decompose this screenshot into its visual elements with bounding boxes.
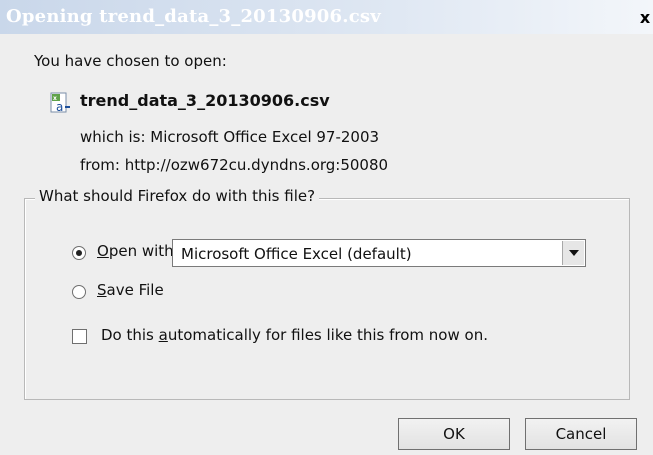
file-name: trend_data_3_20130906.csv (80, 91, 330, 110)
application-select[interactable]: Microsoft Office Excel (default) (172, 239, 586, 267)
open-with-radio[interactable] (72, 246, 86, 260)
which-is-label: which is: (80, 128, 146, 146)
file-open-dialog: Opening trend_data_3_20130906.csv x You … (0, 0, 653, 455)
svg-text:a: a (56, 100, 63, 114)
auto-action-label-start: Do this (101, 326, 159, 344)
save-file-label[interactable]: Save File (97, 281, 164, 299)
close-icon[interactable]: x (637, 8, 653, 28)
action-group-legend: What should Firefox do with this file? (35, 187, 320, 205)
open-with-label-rest: pen with (108, 242, 174, 260)
file-source-row: from: http://ozw672cu.dyndns.org:50080 (80, 156, 388, 174)
auto-action-label[interactable]: Do this automatically for files like thi… (101, 326, 488, 344)
title-bar[interactable]: Opening trend_data_3_20130906.csv x (0, 0, 653, 34)
intro-text: You have chosen to open: (34, 52, 227, 70)
open-with-access-key: O (97, 242, 109, 260)
save-file-radio[interactable] (72, 285, 86, 299)
ok-button[interactable]: OK (398, 418, 510, 450)
excel-csv-file-icon: x a (50, 92, 70, 114)
save-file-label-rest: ave File (106, 281, 164, 299)
action-group: What should Firefox do with this file? (24, 187, 630, 400)
cancel-button[interactable]: Cancel (525, 418, 637, 450)
window-title: Opening trend_data_3_20130906.csv (6, 6, 381, 27)
save-file-access-key: S (97, 281, 107, 299)
auto-action-checkbox[interactable] (72, 329, 87, 344)
auto-action-label-rest: utomatically for files like this from no… (167, 326, 488, 344)
which-is-value: Microsoft Office Excel 97-2003 (150, 128, 380, 146)
from-label: from: (80, 156, 120, 174)
application-select-value: Microsoft Office Excel (default) (181, 245, 412, 263)
open-with-label[interactable]: Open with (97, 242, 174, 260)
file-type-row: which is: Microsoft Office Excel 97-2003 (80, 128, 379, 146)
from-value: http://ozw672cu.dyndns.org:50080 (124, 156, 389, 174)
auto-action-access-key: a (158, 326, 168, 344)
chevron-down-icon[interactable] (562, 241, 584, 265)
